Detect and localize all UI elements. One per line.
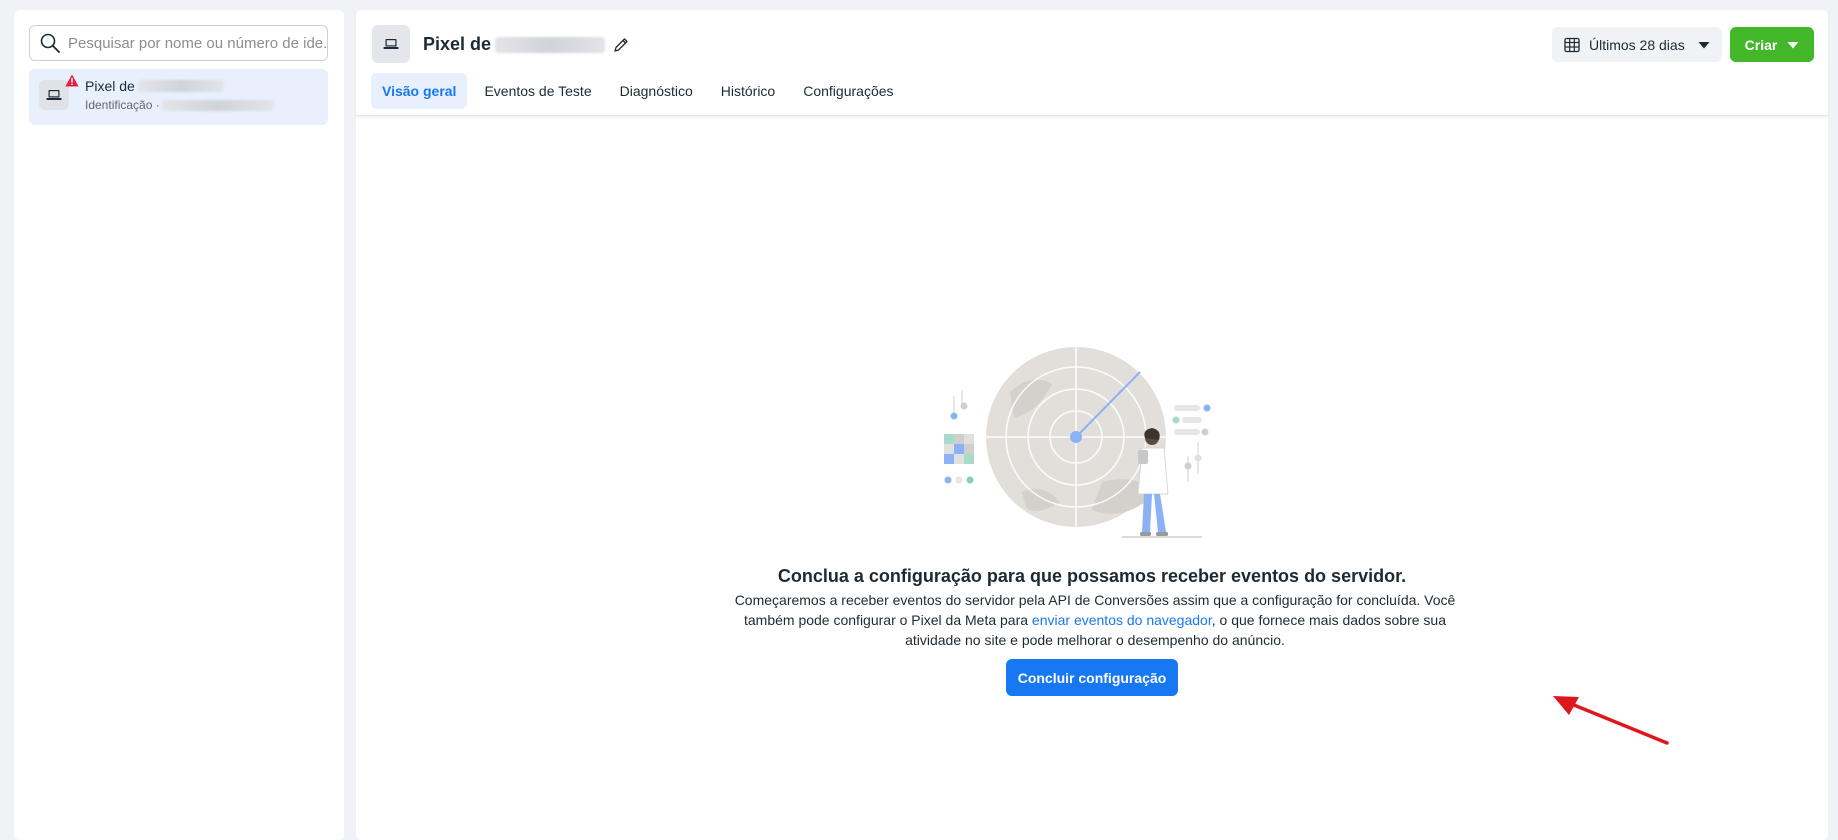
page-title: Pixel de [423,34,629,55]
tab-history[interactable]: Histórico [710,73,786,109]
laptop-icon [46,90,62,100]
tab-bar: Visão geral Eventos de Teste Diagnóstico… [371,73,905,109]
pixel-item-id-label: Identificação · [85,98,160,112]
laptop-icon [383,39,399,49]
pixel-item-name: Pixel de [85,78,224,94]
redacted-pixel-name [137,80,224,92]
search-box[interactable] [29,25,328,61]
date-range-dropdown[interactable]: Últimos 28 dias [1552,27,1722,62]
radar-illustration [944,347,1211,538]
pixel-item-name-label: Pixel de [85,78,135,94]
date-range-label: Últimos 28 dias [1589,36,1685,53]
caret-down-icon [1787,41,1799,48]
setup-message-title: Conclua a configuração para que possamos… [777,566,1407,586]
annotation-arrow-icon [1553,696,1669,745]
pencil-icon [614,37,628,52]
search-icon [40,33,60,53]
pixel-icon-box [372,25,410,63]
tab-settings[interactable]: Configurações [792,73,904,109]
tab-overview[interactable]: Visão geral [371,73,468,109]
pixel-item-id: Identificação · [85,98,274,112]
search-input[interactable] [68,34,327,52]
redacted-pixel-id [161,99,274,111]
page-title-label: Pixel de [423,34,492,54]
finish-setup-button[interactable]: Concluir configuração [1006,659,1178,696]
pixel-sidebar: Pixel de Identificação · [14,10,344,840]
tab-diagnostics[interactable]: Diagnóstico [609,73,704,109]
redacted-title [495,36,606,53]
sidebar-item-pixel[interactable]: Pixel de Identificação · [29,69,328,125]
calendar-table-icon [1564,37,1580,52]
main-panel: Pixel de Visão geral Eventos de Teste Di… [356,10,1828,840]
edit-name-button[interactable] [613,37,629,53]
pixel-header: Pixel de Visão geral Eventos de Teste Di… [356,10,1828,116]
warning-icon [65,74,79,87]
browser-events-link[interactable]: enviar eventos do navegador [1032,612,1212,628]
create-button[interactable]: Criar [1730,27,1814,62]
setup-message-body: Começaremos a receber eventos do servido… [725,590,1465,650]
caret-down-icon [1698,41,1710,48]
create-button-label: Criar [1744,36,1778,53]
tab-test-events[interactable]: Eventos de Teste [473,73,602,109]
